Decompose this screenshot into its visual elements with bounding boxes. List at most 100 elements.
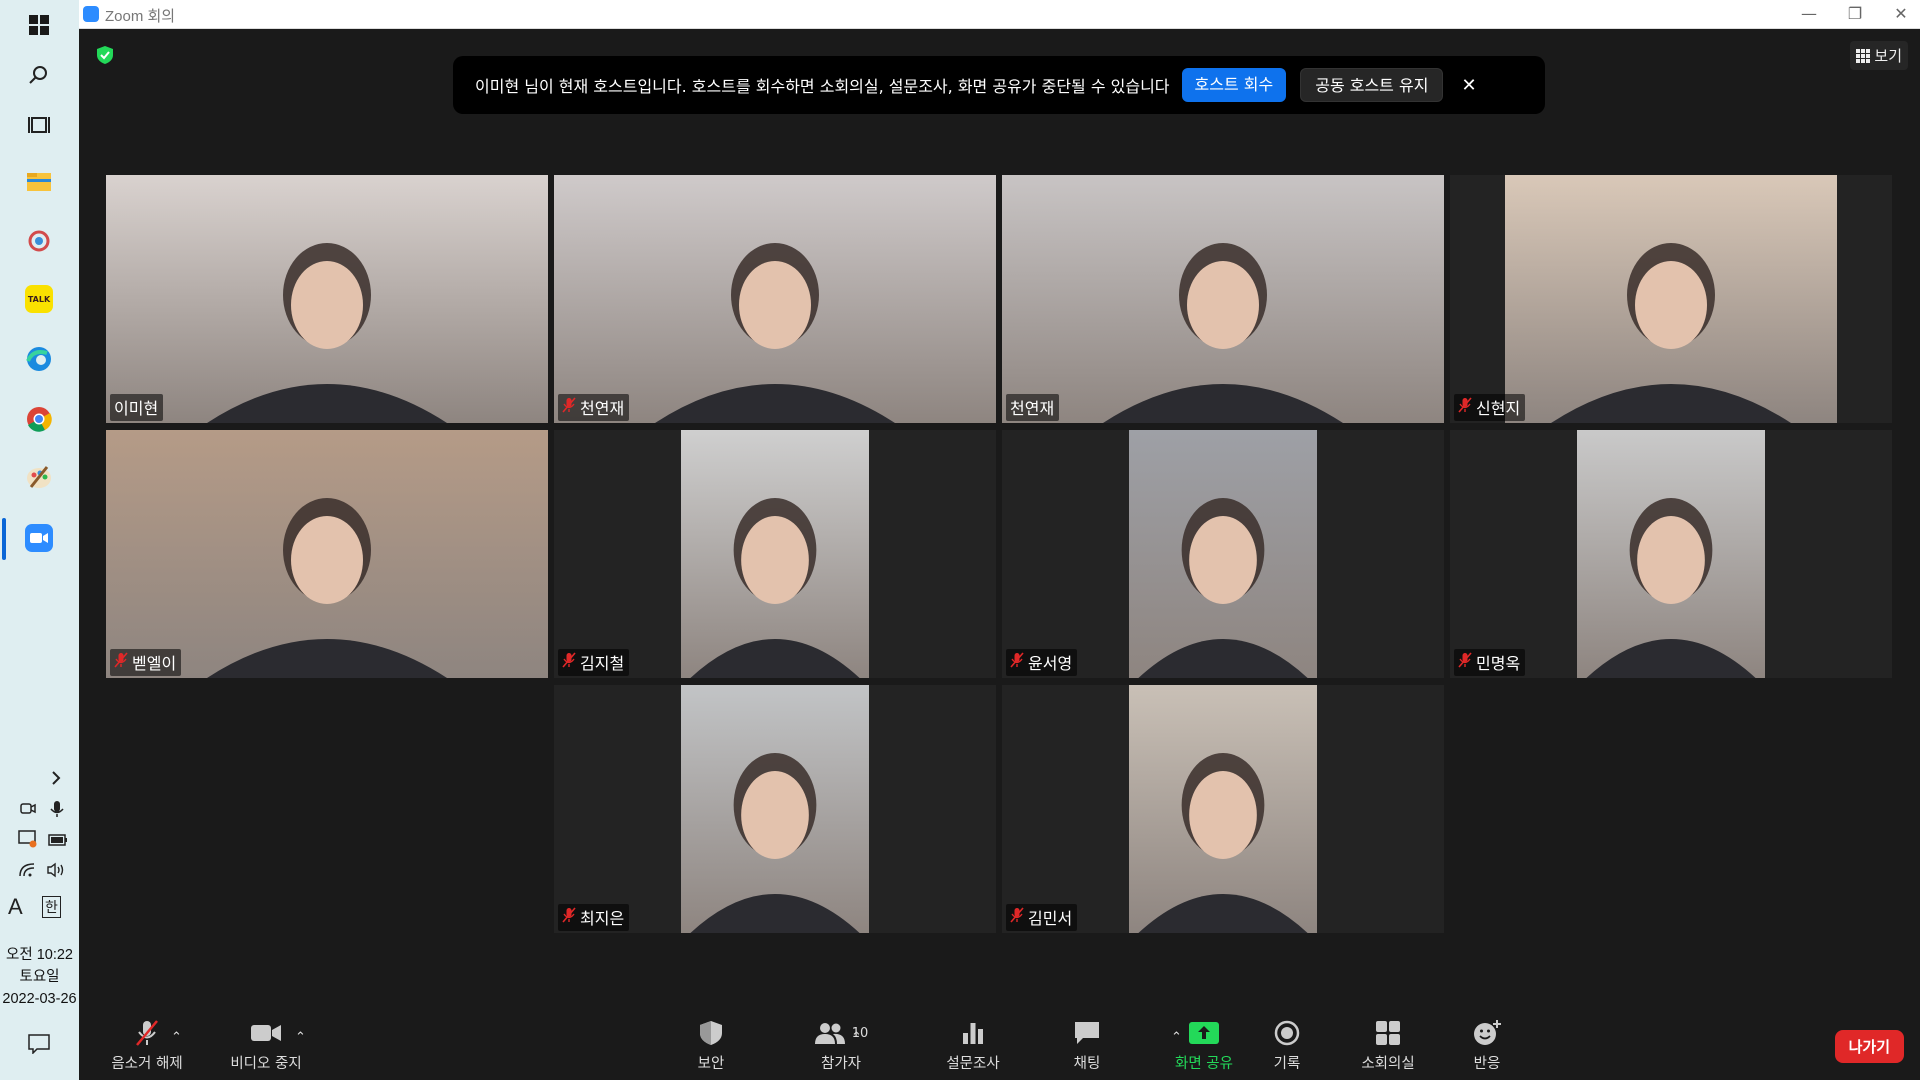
- view-button[interactable]: 보기: [1850, 41, 1908, 70]
- participant-name-tag: 이미현: [110, 394, 164, 421]
- participant-tile[interactable]: 김지철: [554, 430, 996, 678]
- notification-icon[interactable]: [28, 1034, 50, 1058]
- participant-name: 윤서영: [1028, 654, 1073, 673]
- video-options-caret[interactable]: ⌃: [295, 1030, 306, 1045]
- participant-tile[interactable]: 민명옥: [1450, 430, 1892, 678]
- participant-tile[interactable]: 윤서영: [1002, 430, 1444, 678]
- encryption-shield-icon[interactable]: [96, 45, 114, 69]
- battery-icon[interactable]: [48, 834, 68, 850]
- participant-video: [106, 430, 548, 678]
- share-screen-button[interactable]: 화면 공유: [1149, 1018, 1259, 1073]
- ime-language-toggle[interactable]: 한: [42, 896, 61, 918]
- reactions-button[interactable]: 반응: [1447, 1018, 1527, 1073]
- microphone-icon[interactable]: [50, 800, 64, 822]
- security-shield-icon: [700, 1021, 722, 1045]
- muted-mic-icon: [1458, 397, 1472, 417]
- windows-start-icon[interactable]: [20, 6, 58, 44]
- participant-name-tag: 최지은: [558, 904, 630, 931]
- task-view-icon[interactable]: [20, 106, 58, 144]
- chrome-icon[interactable]: [20, 400, 58, 438]
- file-explorer-icon[interactable]: [20, 162, 58, 200]
- wifi-icon[interactable]: [18, 862, 38, 882]
- participant-tile[interactable]: 벧엘이: [106, 430, 548, 678]
- participant-name-tag: 천연재: [558, 394, 630, 421]
- participant-video: [554, 175, 996, 423]
- record-icon: [1274, 1020, 1300, 1046]
- polls-button[interactable]: 설문조사: [923, 1018, 1023, 1073]
- chat-button[interactable]: 채팅: [1047, 1018, 1127, 1073]
- zoom-taskbar-icon[interactable]: [20, 519, 58, 557]
- participant-name: 김지철: [580, 654, 625, 673]
- participant-tile[interactable]: 김민서: [1002, 685, 1444, 933]
- share-screen-icon: [1189, 1022, 1219, 1044]
- chat-label: 채팅: [1073, 1056, 1101, 1072]
- participant-tile[interactable]: 최지은: [554, 685, 996, 933]
- share-screen-label: 화면 공유: [1175, 1056, 1233, 1072]
- meet-now-icon[interactable]: [20, 800, 36, 820]
- close-banner-button[interactable]: ✕: [1461, 75, 1476, 96]
- participant-name-tag: 민명옥: [1454, 649, 1526, 676]
- unmute-button[interactable]: 음소거 해제: [97, 1018, 197, 1073]
- kakaotalk-icon[interactable]: TALK: [20, 280, 58, 318]
- unmute-label: 음소거 해제: [111, 1056, 183, 1072]
- participant-name-tag: 천연재: [1006, 394, 1060, 421]
- participant-tile[interactable]: 천연재: [1002, 175, 1444, 423]
- participant-video: [1577, 430, 1765, 678]
- participant-video: [1002, 175, 1444, 423]
- participant-tile[interactable]: 신현지: [1450, 175, 1892, 423]
- host-notice-message: 이미현 님이 현재 호스트입니다. 호스트를 회수하면 소회의실, 설문조사, …: [475, 77, 1170, 96]
- participant-video: [681, 685, 869, 933]
- clock-date: 2022-03-26: [2, 991, 77, 1007]
- participant-name-tag: 김민서: [1006, 904, 1078, 931]
- chevron-right-icon[interactable]: [50, 770, 62, 790]
- participant-name-tag: 김지철: [558, 649, 630, 676]
- paint-icon[interactable]: [20, 458, 58, 496]
- close-window-button[interactable]: ✕: [1886, 3, 1916, 25]
- meeting-stage: 보기 이미현 님이 현재 호스트입니다. 호스트를 회수하면 소회의실, 설문조…: [79, 29, 1920, 1080]
- edge-icon[interactable]: [20, 340, 58, 378]
- muted-mic-icon: [562, 907, 576, 927]
- record-label: 기록: [1273, 1056, 1301, 1072]
- participants-options-caret[interactable]: ⌃: [851, 1030, 862, 1045]
- record-button[interactable]: 기록: [1247, 1018, 1327, 1073]
- muted-mic-icon: [114, 652, 128, 672]
- keep-cohost-button[interactable]: 공동 호스트 유지: [1300, 68, 1444, 102]
- security-button[interactable]: 보안: [671, 1018, 751, 1073]
- audio-options-caret[interactable]: ⌃: [171, 1030, 182, 1045]
- reclaim-host-button[interactable]: 호스트 회수: [1181, 68, 1287, 102]
- restore-button[interactable]: ❐: [1840, 3, 1870, 25]
- share-options-caret[interactable]: ⌃: [1171, 1030, 1182, 1045]
- bar-chart-icon: [963, 1023, 983, 1044]
- muted-mic-icon: [1010, 907, 1024, 927]
- stop-video-button[interactable]: 비디오 중지: [211, 1018, 321, 1073]
- participant-name-tag: 신현지: [1454, 394, 1526, 421]
- minimize-button[interactable]: —: [1794, 3, 1824, 25]
- display-icon[interactable]: [18, 830, 38, 852]
- participant-tile[interactable]: 이미현: [106, 175, 548, 423]
- view-label: 보기: [1874, 47, 1902, 65]
- breakout-rooms-icon: [1376, 1021, 1400, 1045]
- participant-name: 벧엘이: [132, 654, 177, 673]
- window-title: Zoom 회의: [105, 8, 176, 25]
- muted-mic-icon: [1010, 652, 1024, 672]
- participant-name: 최지은: [580, 909, 625, 928]
- reactions-label: 반응: [1473, 1056, 1501, 1072]
- video-camera-icon: [251, 1025, 281, 1041]
- search-icon[interactable]: [20, 56, 58, 94]
- leave-meeting-button[interactable]: 나가기: [1834, 1030, 1904, 1063]
- participant-video: [106, 175, 548, 423]
- participant-name: 신현지: [1476, 399, 1521, 418]
- ime-mode-letter[interactable]: A: [8, 894, 23, 920]
- app-icon[interactable]: [20, 222, 58, 260]
- participant-name: 천연재: [1010, 399, 1055, 418]
- muted-microphone-icon: [136, 1020, 158, 1046]
- participants-button[interactable]: 10 참가자: [791, 1018, 891, 1073]
- breakout-rooms-button[interactable]: 소회의실: [1343, 1018, 1433, 1073]
- participant-video: [1505, 175, 1837, 423]
- grid-icon: [1856, 48, 1871, 63]
- participant-tile[interactable]: 천연재: [554, 175, 996, 423]
- participant-video: [681, 430, 869, 678]
- volume-icon[interactable]: [46, 862, 66, 882]
- meeting-toolbar: 음소거 해제 ⌃ 비디오 중지 ⌃ 보안 10 참가자 ⌃ 설문조사 채팅 화면…: [79, 1010, 1920, 1080]
- system-clock[interactable]: 오전 10:22 토요일 2022-03-26: [0, 944, 79, 1010]
